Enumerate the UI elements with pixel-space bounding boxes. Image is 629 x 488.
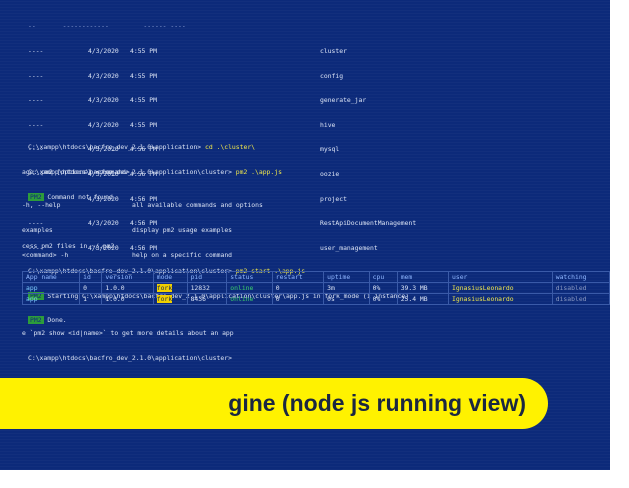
cell-mode: fork	[152, 282, 188, 294]
cell-app-name: app	[21, 282, 81, 294]
list-item: ---- 4/3/2020 4:55 PM config	[28, 71, 344, 80]
help-item: -h, --help all available commands and opt…	[22, 201, 263, 210]
cell-cpu: 0%	[368, 282, 398, 294]
cell-status: online	[226, 293, 273, 305]
list-item: ---- 4/3/2020 4:55 PM generate_jar	[28, 96, 367, 105]
command-text: pm2 .\app.js	[235, 168, 282, 177]
cell-app-name: app	[21, 293, 81, 305]
list-item: ---- 4/3/2020 4:55 PM cluster	[28, 47, 347, 56]
col-cpu: cpu	[368, 271, 398, 283]
hint-block: e `pm2 show <id|name>` to get more detai…	[22, 313, 234, 379]
cell-watching: disabled	[551, 282, 610, 294]
cell-pid: 12832	[186, 282, 228, 294]
cell-uptime: 3m	[323, 282, 370, 294]
cell-version: 1.0.0	[101, 282, 154, 294]
col-mode: mode	[152, 271, 188, 283]
cell-status: online	[226, 282, 273, 294]
cell-watching: disabled	[551, 293, 610, 305]
cell-user: IgnasiusLeonardo	[448, 282, 553, 294]
table-row: app 0 1.0.0 fork 12832 online 0 3m 0% 39…	[21, 282, 610, 294]
cell-restart: 0	[271, 282, 325, 294]
cell-pid: 8436	[186, 293, 228, 305]
caption-banner: gine (node js running view)	[0, 378, 548, 429]
cell-user: IgnasiusLeonardo	[448, 293, 553, 305]
cell-version: 1.0.0	[101, 293, 154, 305]
command-line: C:\xampp\htdocs\bacfro_dev_2.1.0\applica…	[28, 143, 282, 151]
mode-badge: fork	[156, 295, 173, 303]
cell-mode: fork	[152, 293, 188, 305]
cell-restart: 0	[271, 293, 325, 305]
final-prompt: C:\xampp\htdocs\bacfro_dev_2.1.0\applica…	[28, 354, 232, 363]
mode-badge: fork	[156, 284, 173, 292]
cell-id: 0	[79, 282, 103, 294]
pm2-process-table: App name id version mode pid status rest…	[21, 271, 610, 305]
table-header-row: App name id version mode pid status rest…	[21, 271, 610, 283]
table-row: app 1 1.0.0 fork 8436 online 0 0s 0% 25.…	[21, 293, 610, 305]
col-uptime: uptime	[323, 271, 370, 283]
col-watching: watching	[551, 271, 610, 283]
banner-text: gine (node js running view)	[228, 390, 526, 416]
col-status: status	[226, 271, 273, 283]
cell-mem: 39.3 MB	[396, 282, 450, 294]
col-restart: restart	[271, 271, 325, 283]
col-user: user	[448, 271, 553, 283]
col-app-name: App name	[21, 271, 81, 283]
hint-line: e `pm2 show <id|name>` to get more detai…	[22, 329, 234, 338]
col-version: version	[101, 271, 154, 283]
prompt: C:\xampp\htdocs\bacfro_dev_2.1.0\applica…	[28, 143, 202, 152]
cell-id: 1	[79, 293, 103, 305]
command-text: cd .\cluster\	[205, 143, 256, 152]
cell-uptime: 0s	[323, 293, 370, 305]
cell-cpu: 0%	[368, 293, 398, 305]
cell-mem: 25.4 MB	[396, 293, 450, 305]
col-mem: mem	[396, 271, 450, 283]
usage-line: age: pm2 [options] <command>	[22, 168, 130, 176]
listing-separator: -- ------------ ------ ----	[28, 22, 186, 31]
screenshot-stage: -- ------------ ------ ---- ---- 4/3/2020…	[0, 0, 629, 488]
access-line: cess pm2 files in ~/.pm2	[22, 242, 115, 251]
col-pid: pid	[186, 271, 228, 283]
col-id: id	[79, 271, 103, 283]
